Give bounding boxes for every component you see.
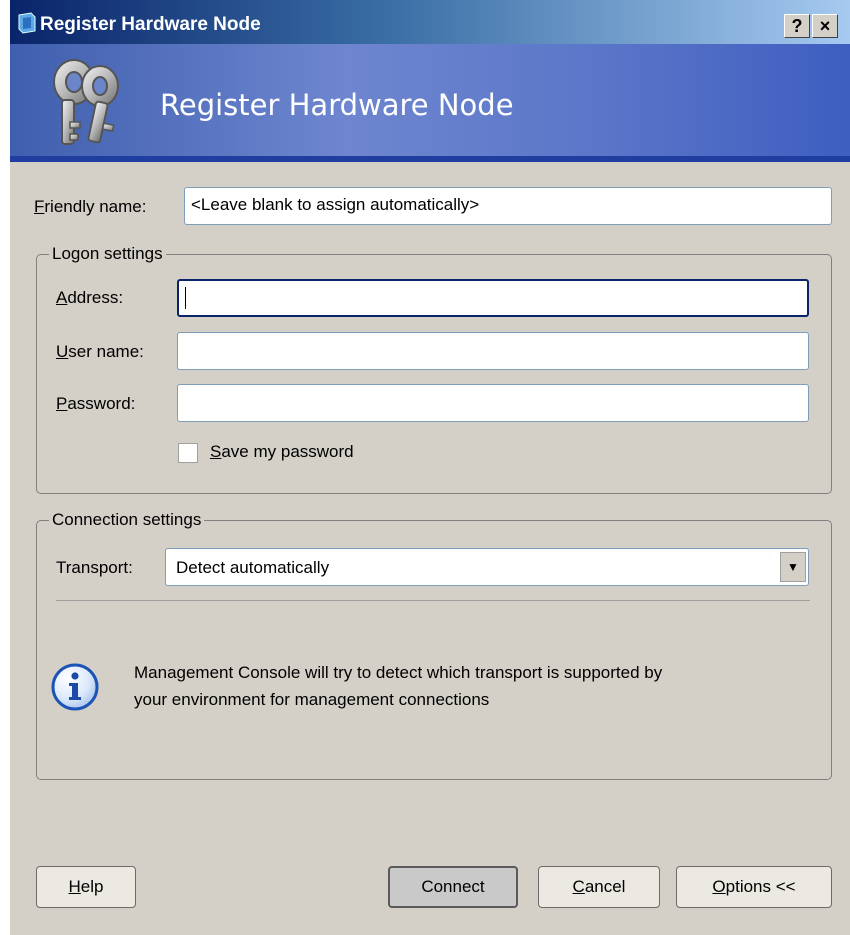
connect-button[interactable]: Connect bbox=[388, 866, 518, 908]
info-icon bbox=[51, 663, 99, 711]
text-caret bbox=[185, 287, 186, 309]
close-button[interactable]: × bbox=[812, 14, 838, 38]
address-label: Address: bbox=[56, 288, 124, 307]
banner-title: Register Hardware Node bbox=[160, 88, 514, 122]
info-text-line-1: Management Console will try to detect wh… bbox=[134, 663, 663, 682]
user-name-input[interactable] bbox=[177, 332, 809, 370]
keys-icon bbox=[53, 59, 119, 145]
save-password-label[interactable]: Save my password bbox=[210, 442, 354, 462]
logon-settings-legend: Logon settings bbox=[49, 244, 166, 264]
password-label: Password: bbox=[56, 394, 136, 413]
cancel-button[interactable]: Cancel bbox=[538, 866, 660, 908]
friendly-name-input[interactable]: <Leave blank to assign automatically> bbox=[184, 187, 832, 225]
connection-settings-legend: Connection settings bbox=[49, 510, 205, 530]
title-bar[interactable]: Register Hardware Node ? × bbox=[10, 0, 850, 44]
connection-separator bbox=[56, 600, 810, 601]
dropdown-arrow-icon[interactable]: ▼ bbox=[780, 552, 806, 582]
help-button[interactable]: Help bbox=[36, 866, 136, 908]
user-name-label: User name: bbox=[56, 342, 144, 361]
banner-stripe bbox=[10, 156, 850, 162]
info-text-line-2: your environment for management connecti… bbox=[134, 690, 490, 709]
friendly-name-label: Friendly name: bbox=[34, 197, 147, 216]
save-password-checkbox[interactable] bbox=[178, 443, 198, 463]
window-title: Register Hardware Node bbox=[40, 14, 261, 35]
options-button[interactable]: Options << bbox=[676, 866, 832, 908]
dialog-window: Register Hardware Node ? × Register Hard bbox=[10, 0, 850, 935]
address-input[interactable] bbox=[177, 279, 809, 317]
password-input[interactable] bbox=[177, 384, 809, 422]
transport-select[interactable]: Detect automatically ▼ bbox=[165, 548, 809, 586]
transport-label: Transport: bbox=[56, 558, 133, 577]
help-title-button[interactable]: ? bbox=[784, 14, 810, 38]
app-icon bbox=[18, 12, 36, 34]
transport-value: Detect automatically bbox=[176, 558, 330, 577]
header-banner: Register Hardware Node bbox=[10, 44, 850, 162]
